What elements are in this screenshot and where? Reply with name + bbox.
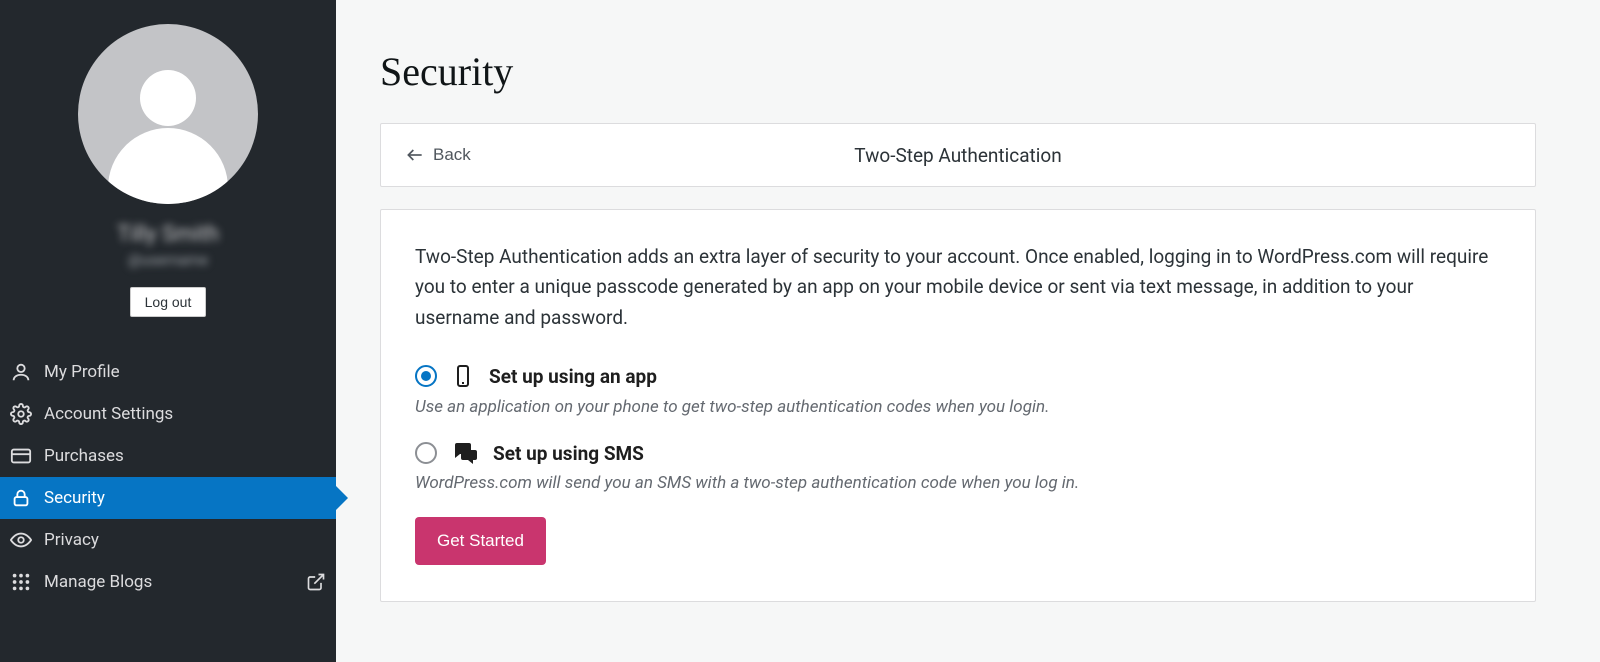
back-label: Back bbox=[433, 145, 471, 165]
card-icon bbox=[10, 445, 32, 467]
grid-icon bbox=[10, 571, 32, 593]
back-button[interactable]: Back bbox=[405, 145, 471, 165]
external-link-icon bbox=[306, 572, 326, 592]
sidebar-item-label: Account Settings bbox=[44, 404, 173, 424]
sidebar-item-my-profile[interactable]: My Profile bbox=[0, 351, 336, 393]
chat-bubbles-icon bbox=[451, 441, 479, 465]
logout-button[interactable]: Log out bbox=[130, 287, 207, 317]
sidebar-item-account-settings[interactable]: Account Settings bbox=[0, 393, 336, 435]
person-icon bbox=[10, 361, 32, 383]
profile-block: Tilly Smith @username Log out bbox=[0, 0, 336, 335]
sidebar-item-label: Manage Blogs bbox=[44, 572, 152, 592]
sidebar-item-label: Privacy bbox=[44, 530, 99, 550]
option-label: Set up using an app bbox=[489, 365, 657, 388]
avatar[interactable] bbox=[78, 24, 258, 204]
sidebar-item-label: Security bbox=[44, 488, 105, 508]
content-card: Two-Step Authentication adds an extra la… bbox=[380, 209, 1536, 602]
display-name: Tilly Smith bbox=[117, 222, 219, 247]
get-started-button[interactable]: Get Started bbox=[415, 517, 546, 565]
main-content: Security Back Two-Step Authentication Tw… bbox=[336, 0, 1600, 662]
lock-icon bbox=[10, 487, 32, 509]
section-title: Two-Step Authentication bbox=[405, 144, 1511, 167]
username: @username bbox=[128, 251, 208, 269]
sidebar-item-label: Purchases bbox=[44, 446, 124, 466]
sidebar-item-manage-blogs[interactable]: Manage Blogs bbox=[0, 561, 336, 603]
page-title: Security bbox=[380, 48, 1536, 95]
sidebar-item-label: My Profile bbox=[44, 362, 120, 382]
sidebar-item-security[interactable]: Security bbox=[0, 477, 336, 519]
option-description: WordPress.com will send you an SMS with … bbox=[415, 473, 1501, 493]
option-label: Set up using SMS bbox=[493, 442, 644, 465]
sidebar-nav: My Profile Account Settings Purchases Se… bbox=[0, 351, 336, 603]
eye-icon bbox=[10, 529, 32, 551]
sidebar-item-purchases[interactable]: Purchases bbox=[0, 435, 336, 477]
radio-sms[interactable] bbox=[415, 442, 437, 464]
option-app[interactable]: Set up using an app bbox=[415, 363, 1501, 389]
sidebar: Tilly Smith @username Log out My Profile… bbox=[0, 0, 336, 662]
option-description: Use an application on your phone to get … bbox=[415, 397, 1501, 417]
smartphone-icon bbox=[451, 363, 475, 389]
arrow-left-icon bbox=[405, 145, 425, 165]
gear-icon bbox=[10, 403, 32, 425]
radio-app[interactable] bbox=[415, 365, 437, 387]
intro-text: Two-Step Authentication adds an extra la… bbox=[415, 242, 1501, 333]
sidebar-item-privacy[interactable]: Privacy bbox=[0, 519, 336, 561]
section-header-card: Back Two-Step Authentication bbox=[380, 123, 1536, 187]
option-sms[interactable]: Set up using SMS bbox=[415, 441, 1501, 465]
